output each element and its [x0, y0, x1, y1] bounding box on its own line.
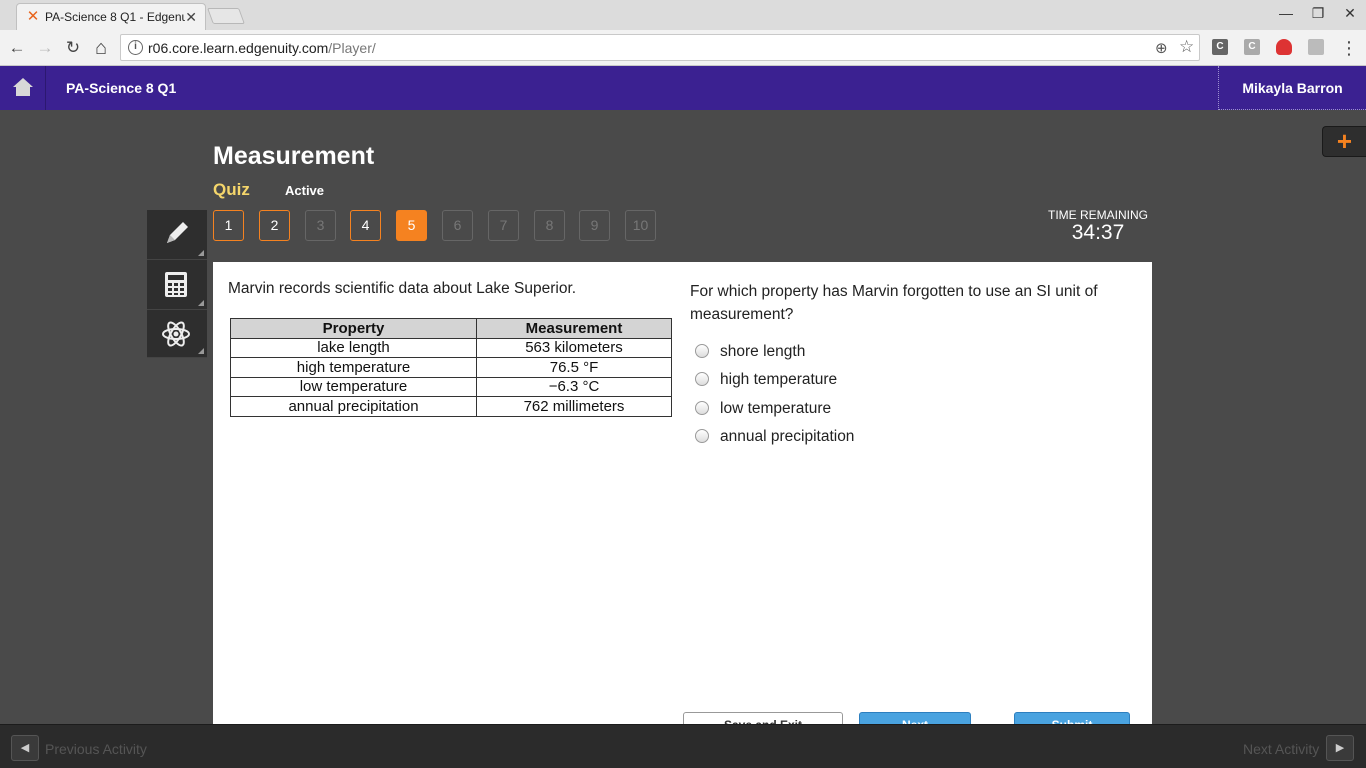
- back-button[interactable]: ←: [6, 37, 28, 59]
- choice-label[interactable]: shore length: [720, 343, 805, 361]
- table-cell: 563 kilometers: [476, 337, 672, 358]
- tab-close-icon[interactable]: ✕: [185, 9, 197, 25]
- pencil-tool-button[interactable]: [147, 210, 207, 260]
- table-header: Property: [230, 318, 477, 339]
- table-cell: annual precipitation: [230, 396, 477, 417]
- table-row: lake length 563 kilometers: [230, 337, 672, 358]
- science-tool-button[interactable]: [147, 310, 207, 358]
- tab-title: PA-Science 8 Q1 - Edgenuity: [45, 10, 185, 24]
- shield-extension-icon[interactable]: [1276, 39, 1292, 55]
- question-number-button: 3: [305, 210, 336, 241]
- question-number-button[interactable]: 4: [350, 210, 381, 241]
- question-number-button[interactable]: 1: [213, 210, 244, 241]
- extension-c-icon[interactable]: C: [1212, 39, 1228, 55]
- atom-icon: [162, 321, 190, 347]
- choice-label[interactable]: low temperature: [720, 400, 831, 418]
- app-header: PA-Science 8 Q1 Mikayla Barron: [0, 66, 1366, 110]
- activity-type: Quiz: [213, 180, 250, 199]
- question-number-button: 7: [488, 210, 519, 241]
- close-window-button[interactable]: ✕: [1340, 5, 1360, 22]
- browser-tab[interactable]: ✕ PA-Science 8 Q1 - Edgenuity ✕: [16, 3, 206, 30]
- time-remaining-label: TIME REMAINING: [1047, 208, 1148, 222]
- reload-button[interactable]: ↻: [62, 37, 84, 59]
- table-cell: lake length: [230, 337, 477, 358]
- previous-activity-link[interactable]: Previous Activity: [45, 741, 147, 757]
- browser-toolbar: ← → ↻ ⌂ i r06.core.learn.edgenuity.com/P…: [0, 30, 1366, 66]
- choice-label[interactable]: high temperature: [720, 371, 837, 389]
- browser-tab-bar: ✕ PA-Science 8 Q1 - Edgenuity ✕ — ❐ ✕: [0, 0, 1366, 30]
- info-icon[interactable]: i: [128, 40, 143, 55]
- calculator-tool-button[interactable]: [147, 260, 207, 310]
- question-stem: Marvin records scientific data about Lak…: [228, 280, 577, 297]
- address-bar[interactable]: i r06.core.learn.edgenuity.com/Player/ ⊕…: [120, 34, 1200, 61]
- table-row: annual precipitation 762 millimeters: [230, 396, 672, 417]
- question-panel: Marvin records scientific data about Lak…: [213, 262, 1152, 724]
- activity-title: Measurement: [213, 142, 375, 170]
- extension-c2-icon[interactable]: C: [1244, 39, 1260, 55]
- edgenuity-favicon-icon: ✕: [26, 8, 40, 25]
- table-row: low temperature −6.3 °C: [230, 376, 672, 397]
- activity-status: Active: [285, 183, 325, 198]
- radio-button[interactable]: [695, 344, 709, 358]
- table-header: Measurement: [476, 318, 672, 339]
- forward-button[interactable]: →: [34, 37, 56, 59]
- bookmark-star-icon[interactable]: ☆: [1179, 37, 1194, 57]
- home-icon: [13, 78, 33, 96]
- table-cell: low temperature: [230, 376, 477, 397]
- plus-button[interactable]: +: [1322, 126, 1366, 157]
- data-table: Property Measurement lake length 563 kil…: [230, 318, 672, 417]
- zoom-icon[interactable]: ⊕: [1155, 39, 1168, 57]
- question-number-button: 8: [534, 210, 565, 241]
- radio-button[interactable]: [695, 401, 709, 415]
- home-button[interactable]: ⌂: [90, 37, 112, 59]
- user-menu[interactable]: Mikayla Barron: [1218, 66, 1366, 110]
- table-cell: 762 millimeters: [476, 396, 672, 417]
- table-cell: −6.3 °C: [476, 376, 672, 397]
- browser-menu-icon[interactable]: ⋮: [1338, 37, 1360, 59]
- app-home-button[interactable]: [0, 66, 46, 110]
- table-row: high temperature 76.5 °F: [230, 357, 672, 378]
- calculator-icon: [165, 272, 187, 297]
- time-remaining-value: 34:37: [1071, 221, 1125, 244]
- table-cell: 76.5 °F: [476, 357, 672, 378]
- question-prompt: For which property has Marvin forgotten …: [690, 283, 1098, 323]
- url-text: r06.core.learn.edgenuity.com/Player/: [148, 40, 376, 56]
- radio-button[interactable]: [695, 429, 709, 443]
- restore-button[interactable]: ❐: [1308, 5, 1328, 22]
- next-activity-arrow-icon[interactable]: ▶: [1326, 735, 1354, 761]
- question-number-button: 6: [442, 210, 473, 241]
- choice-label[interactable]: annual precipitation: [720, 428, 854, 446]
- question-number-button: 9: [579, 210, 610, 241]
- radio-button[interactable]: [695, 372, 709, 386]
- activity-footer: ◀ Previous Activity Next Activity ▶: [0, 724, 1366, 768]
- course-title: PA-Science 8 Q1: [66, 80, 177, 96]
- new-tab-button[interactable]: [207, 8, 245, 24]
- extension-puzzle-icon[interactable]: [1308, 39, 1324, 55]
- question-number-button[interactable]: 5: [396, 210, 427, 241]
- next-activity-link[interactable]: Next Activity: [1243, 741, 1319, 757]
- question-number-button[interactable]: 2: [259, 210, 290, 241]
- question-number-button: 10: [625, 210, 656, 241]
- table-cell: high temperature: [230, 357, 477, 378]
- minimize-button[interactable]: —: [1276, 5, 1296, 21]
- previous-activity-arrow-icon[interactable]: ◀: [11, 735, 39, 761]
- pencil-icon: [167, 222, 188, 243]
